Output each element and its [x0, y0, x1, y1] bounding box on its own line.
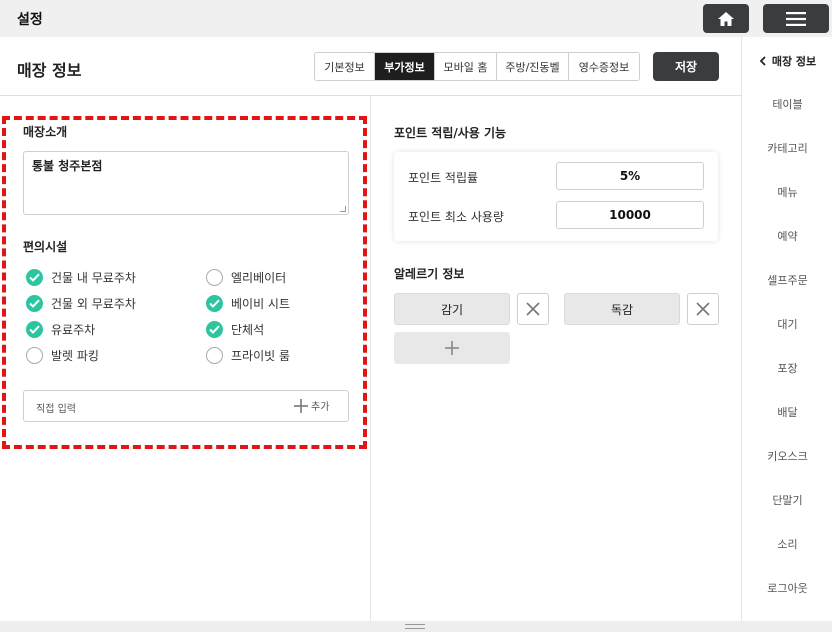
point-min-label: 포인트 최소 사용량 — [408, 210, 504, 224]
sidebar-item-category[interactable]: 카테고리 — [742, 140, 832, 156]
app-title: 설정 — [17, 12, 43, 28]
facility-label-text: 베이비 시트 — [231, 297, 291, 311]
chevron-left-icon — [759, 56, 766, 66]
sidebar-item-terminal[interactable]: 단말기 — [742, 492, 832, 508]
top-bar: 설정 — [0, 0, 832, 37]
add-label: 추가 — [311, 402, 330, 413]
close-icon — [526, 302, 540, 316]
facility-paid-parking[interactable]: 유료주차 — [26, 321, 95, 338]
empty-circle-icon — [206, 269, 223, 286]
facility-label-text: 건물 외 무료주차 — [51, 297, 136, 311]
facility-elevator[interactable]: 엘리베이터 — [206, 269, 286, 286]
facility-label-text: 단체석 — [231, 323, 265, 337]
empty-circle-icon — [206, 347, 223, 364]
sidebar-item-table[interactable]: 테이블 — [742, 96, 832, 112]
sidebar-item-self-order[interactable]: 셀프주문 — [742, 272, 832, 288]
facility-label-text: 프라이빗 룸 — [231, 349, 291, 363]
sidebar: 매장 정보 테이블 카테고리 메뉴 예약 셀프주문 대기 포장 배달 키오스크 … — [741, 37, 832, 621]
point-min-input[interactable]: 10000 — [556, 201, 704, 229]
check-circle-icon — [206, 295, 223, 312]
facility-label-text: 발렛 파킹 — [51, 349, 99, 363]
left-panel: 매장소개 통불 청주본점 편의시설 건물 내 무료주차 엘리베이터 건물 외 무… — [0, 96, 371, 621]
point-rate-label: 포인트 적립률 — [408, 171, 479, 185]
check-circle-icon — [26, 295, 43, 312]
sidebar-item-waiting[interactable]: 대기 — [742, 316, 832, 332]
facility-indoor-parking[interactable]: 건물 내 무료주차 — [26, 269, 136, 286]
add-allergy-button[interactable] — [394, 332, 510, 364]
facility-label-text: 유료주차 — [51, 323, 96, 337]
tab-receipt-info[interactable]: 영수증정보 — [569, 53, 639, 80]
hamburger-icon — [786, 11, 806, 26]
sidebar-item-delivery[interactable]: 배달 — [742, 404, 832, 420]
facility-baby-seat[interactable]: 베이비 시트 — [206, 295, 290, 312]
allergy-chip: 독감 — [564, 293, 680, 325]
tab-mobile-home[interactable]: 모바일 홈 — [435, 53, 497, 80]
sidebar-item-reservation[interactable]: 예약 — [742, 228, 832, 244]
add-facility-button[interactable]: 추가 — [294, 398, 329, 413]
facility-private-room[interactable]: 프라이빗 룸 — [206, 347, 290, 364]
facility-label-text: 엘리베이터 — [231, 271, 287, 285]
intro-textarea[interactable]: 통불 청주본점 — [23, 151, 349, 215]
sidebar-item-store-info[interactable]: 매장 정보 — [742, 53, 832, 69]
remove-allergy-button[interactable] — [517, 293, 549, 325]
tab-group: 기본정보 부가정보 모바일 홈 주방/진동벨 영수증정보 — [314, 52, 640, 81]
intro-label: 매장소개 — [23, 125, 68, 139]
intro-value: 통불 청주본점 — [32, 159, 103, 173]
bottom-bar — [0, 621, 832, 632]
sidebar-item-label: 매장 정보 — [771, 55, 817, 68]
tab-kitchen-bell[interactable]: 주방/진동벨 — [497, 53, 569, 80]
tab-basic-info[interactable]: 기본정보 — [315, 53, 375, 80]
page-header: 매장 정보 기본정보 부가정보 모바일 홈 주방/진동벨 영수증정보 저장 — [0, 37, 741, 96]
facility-label: 편의시설 — [23, 240, 68, 254]
save-button[interactable]: 저장 — [653, 52, 719, 81]
allergy-chip: 감기 — [394, 293, 510, 325]
facility-outdoor-parking[interactable]: 건물 외 무료주차 — [26, 295, 136, 312]
drag-handle[interactable] — [405, 624, 425, 629]
close-icon — [696, 302, 710, 316]
facility-group-seat[interactable]: 단체석 — [206, 321, 264, 338]
tab-extra-info[interactable]: 부가정보 — [375, 53, 435, 80]
check-circle-icon — [26, 321, 43, 338]
check-circle-icon — [26, 269, 43, 286]
resize-handle[interactable] — [340, 206, 346, 212]
sidebar-item-menu[interactable]: 메뉴 — [742, 184, 832, 200]
sidebar-item-logout[interactable]: 로그아웃 — [742, 580, 832, 596]
menu-button[interactable] — [763, 4, 829, 33]
point-section-label: 포인트 적립/사용 기능 — [394, 126, 507, 140]
facility-label-text: 건물 내 무료주차 — [51, 271, 136, 285]
direct-input-field[interactable]: 직접 입력 추가 — [23, 390, 349, 422]
sidebar-item-sound[interactable]: 소리 — [742, 536, 832, 552]
allergy-section-label: 알레르기 정보 — [394, 267, 465, 281]
facility-valet-parking[interactable]: 발렛 파킹 — [26, 347, 99, 364]
check-circle-icon — [206, 321, 223, 338]
point-card: 포인트 적립률 5% 포인트 최소 사용량 10000 — [394, 152, 718, 241]
remove-allergy-button[interactable] — [687, 293, 719, 325]
sidebar-item-takeout[interactable]: 포장 — [742, 360, 832, 376]
plus-icon — [445, 341, 459, 355]
home-icon — [718, 11, 734, 26]
point-rate-input[interactable]: 5% — [556, 162, 704, 190]
empty-circle-icon — [26, 347, 43, 364]
right-panel: 포인트 적립/사용 기능 포인트 적립률 5% 포인트 최소 사용량 10000… — [372, 96, 741, 621]
home-button[interactable] — [703, 4, 749, 33]
plus-icon — [294, 398, 308, 413]
page-title: 매장 정보 — [17, 61, 82, 80]
sidebar-item-kiosk[interactable]: 키오스크 — [742, 448, 832, 464]
direct-input-placeholder: 직접 입력 — [36, 404, 76, 415]
